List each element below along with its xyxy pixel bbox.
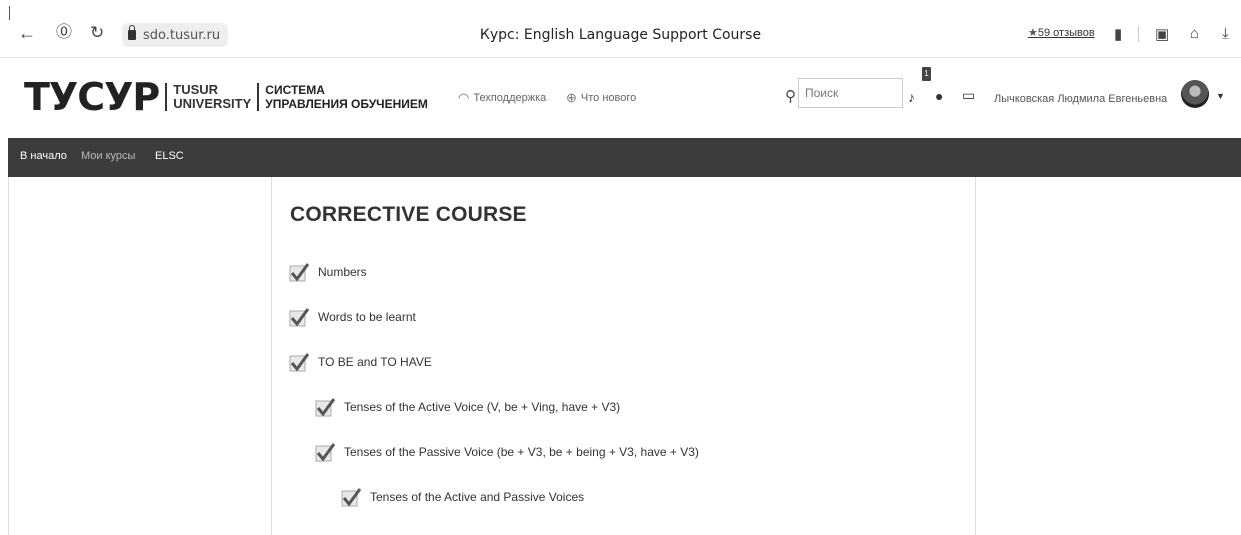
- logo-univ-line2: UNIVERSITY: [173, 96, 252, 111]
- topic-item[interactable]: Words to be learnt: [289, 307, 416, 327]
- system-line1: СИСТЕМА: [265, 83, 325, 97]
- notification-badge: 1: [922, 67, 931, 81]
- nav-home[interactable]: В начало: [20, 150, 67, 162]
- extension-icon[interactable]: ⌂: [1190, 25, 1199, 42]
- chat-icon[interactable]: ●: [935, 88, 943, 104]
- main-navbar: В начало Мои курсы ELSC: [8, 138, 1241, 177]
- left-border: [8, 177, 9, 535]
- support-label: Техподдержка: [473, 92, 547, 104]
- right-column-divider: [975, 177, 976, 535]
- logo-mark: ТУСУР: [24, 75, 160, 119]
- bookmark-icon[interactable]: ▮: [1114, 25, 1122, 43]
- headset-icon: ◠: [458, 90, 470, 105]
- topic-label: Tenses of the Active and Passive Voices: [370, 490, 585, 504]
- logo[interactable]: ТУСУР TUSUR UNIVERSITY СИСТЕМА УПРАВЛЕНИ…: [24, 78, 428, 116]
- topic-label: Tenses of the Active Voice (V, be + Ving…: [344, 400, 621, 414]
- topic-item[interactable]: Tenses of the Active and Passive Voices: [341, 487, 584, 507]
- site-header: ТУСУР TUSUR UNIVERSITY СИСТЕМА УПРАВЛЕНИ…: [8, 58, 1241, 138]
- reviews-label: 59 отзывов: [1037, 27, 1095, 39]
- reader-icon[interactable]: ▣: [1155, 25, 1169, 43]
- browser-toolbar: ← ⓪ ↻ sdo.tusur.ru Курс: English Languag…: [0, 0, 1241, 58]
- whats-new-label: Что нового: [580, 92, 637, 104]
- whats-new-link[interactable]: ⊕ Что нового: [566, 90, 636, 106]
- checkmark-icon: [315, 442, 335, 462]
- search-input[interactable]: [798, 78, 903, 108]
- checkmark-icon: [289, 352, 309, 372]
- support-link[interactable]: ◠ Техподдержка: [458, 90, 546, 106]
- download-icon[interactable]: ⤓: [1222, 25, 1229, 42]
- topic-label: TO BE and TO HAVE: [318, 355, 432, 369]
- checkmark-icon: [289, 307, 309, 327]
- avatar[interactable]: [1181, 80, 1209, 108]
- checkmark-icon: [341, 487, 361, 507]
- window-edge: [9, 6, 10, 20]
- user-name[interactable]: Лычковская Людмила Евгеньевна: [994, 93, 1167, 105]
- nav-elsc[interactable]: ELSC: [155, 150, 184, 162]
- topic-item[interactable]: Numbers: [289, 262, 367, 282]
- nav-my-courses[interactable]: Мои курсы: [81, 150, 135, 162]
- reviews-link[interactable]: ★59 отзывов: [1028, 26, 1095, 39]
- search-icon[interactable]: ⚲: [785, 87, 796, 105]
- checkmark-icon: [315, 397, 335, 417]
- toolbar-divider: [1138, 26, 1139, 42]
- bell-icon[interactable]: ♪: [908, 89, 915, 105]
- system-line2: УПРАВЛЕНИЯ ОБУЧЕНИЕМ: [265, 97, 428, 111]
- topic-label: Tenses of the Passive Voice (be + V3, be…: [344, 445, 699, 459]
- gift-icon: ⊕: [566, 90, 577, 105]
- system-name: СИСТЕМА УПРАВЛЕНИЯ ОБУЧЕНИЕМ: [257, 83, 428, 111]
- topic-item[interactable]: Tenses of the Active Voice (V, be + Ving…: [315, 397, 620, 417]
- course-title: CORRECTIVE COURSE: [290, 203, 527, 226]
- checkmark-icon: [289, 262, 309, 282]
- topic-label: Words to be learnt: [318, 310, 416, 324]
- topic-label: Numbers: [318, 265, 367, 279]
- content-area: [8, 177, 1241, 535]
- star-icon: ★: [1028, 27, 1038, 39]
- logo-univ-line1: TUSUR: [173, 82, 219, 97]
- left-column-divider: [271, 177, 272, 535]
- folder-icon[interactable]: ▭: [962, 87, 975, 104]
- topic-item[interactable]: Tenses of the Passive Voice (be + V3, be…: [315, 442, 699, 462]
- chevron-down-icon[interactable]: ▼: [1216, 91, 1225, 101]
- logo-university: TUSUR UNIVERSITY: [165, 83, 251, 111]
- topic-item[interactable]: TO BE and TO HAVE: [289, 352, 432, 372]
